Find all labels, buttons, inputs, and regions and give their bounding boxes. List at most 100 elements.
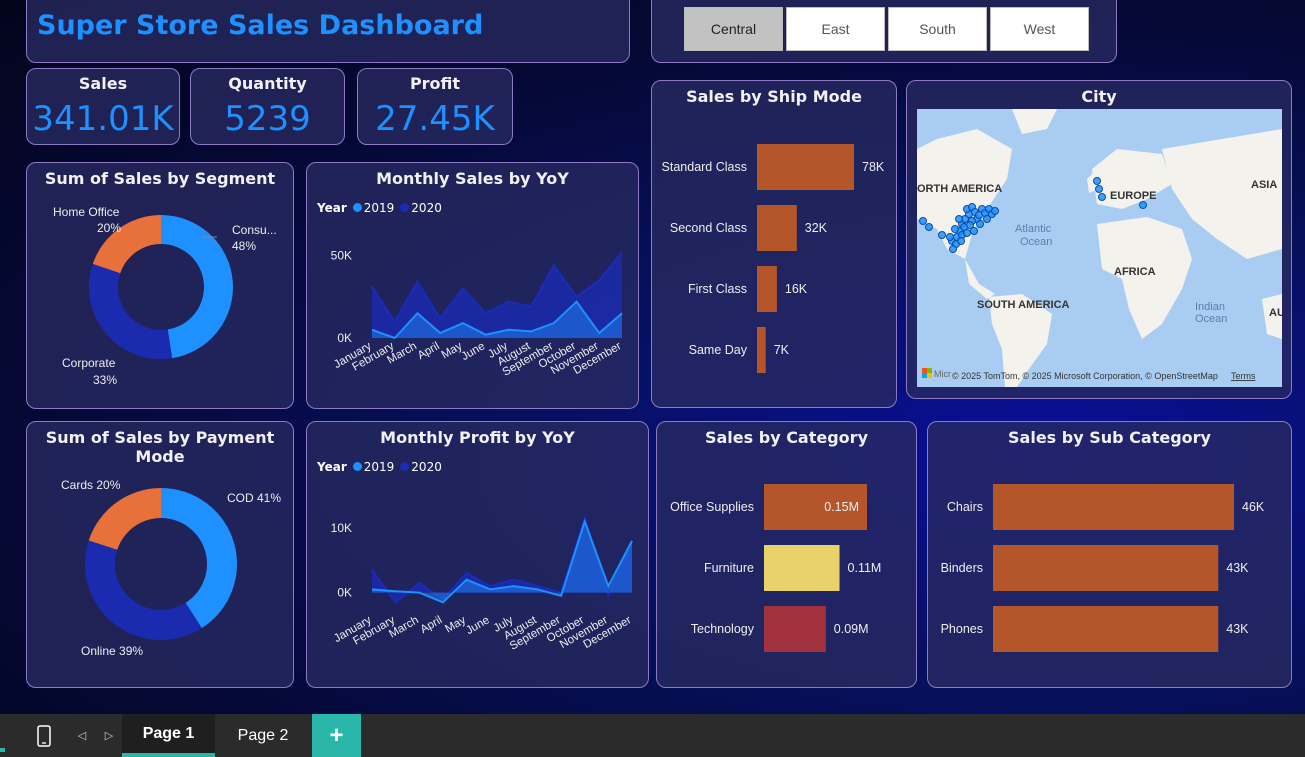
world-map-graphic: ORTH AMERICA EUROPE ASIA Atlantic Ocean … <box>917 109 1282 387</box>
bar[interactable] <box>757 266 777 312</box>
map-label-atlantic-ocean: Ocean <box>1020 236 1052 248</box>
kpi-sales-value: 341.01K <box>32 99 174 139</box>
donut-slice-cod[interactable] <box>161 488 238 629</box>
donut-slice-consumer[interactable] <box>161 215 234 359</box>
monthly-profit-card[interactable]: Monthly Profit by YoY Year 2019 2020 10K… <box>306 421 649 688</box>
slicer-central-button[interactable]: Central <box>684 7 783 51</box>
map-city-dot[interactable] <box>963 229 971 237</box>
kpi-quantity-card: Quantity 5239 <box>190 68 345 145</box>
tab-page-1[interactable]: Page 1 <box>122 714 215 757</box>
map-label-south-america: SOUTH AMERICA <box>977 299 1070 311</box>
subcategory-chart-card[interactable]: Sales by Sub Category Chairs 46K Binders 43… <box>927 421 1292 688</box>
title-card: Super Store Sales Dashboard <box>26 0 630 63</box>
monthly-profit-ytick: 0K <box>337 586 352 600</box>
map-terms-link: Terms <box>1231 371 1256 381</box>
monthly-profit-xtick: April <box>418 614 444 636</box>
map-city-dot[interactable] <box>951 225 959 233</box>
segment-label-corporate: Corporate <box>62 356 116 370</box>
map-label-asia: ASIA <box>1251 179 1277 191</box>
map-city-dot[interactable] <box>925 223 933 231</box>
page-title: Super Store Sales Dashboard <box>37 10 484 41</box>
bar-category-label: Chairs <box>947 500 983 514</box>
bar-value-label: 46K <box>1242 500 1265 514</box>
bar-category-label: Technology <box>691 622 755 636</box>
bar-value-label: 7K <box>774 343 790 357</box>
payment-donut-chart: COD 41% Online 39% Cards 20% <box>61 478 281 658</box>
payment-label-cards: Cards 20% <box>61 478 121 492</box>
map-city-dot[interactable] <box>946 233 954 241</box>
kpi-profit-value: 27.45K <box>375 99 495 139</box>
ship-mode-card[interactable]: Sales by Ship Mode Standard Class 78K Seco… <box>651 80 897 408</box>
slicer-south-button[interactable]: South <box>888 7 987 51</box>
bar[interactable] <box>757 144 854 190</box>
category-bar-chart: Office Supplies 0.15M Furniture 0.11M Techno… <box>670 484 881 652</box>
bar-value-label: 43K <box>1226 622 1249 636</box>
add-page-button[interactable]: + <box>312 714 361 757</box>
segment-donut-chart: Consu... 48% Corporate 33% Home Office 2… <box>53 205 277 387</box>
mobile-layout-icon[interactable] <box>30 714 58 757</box>
kpi-profit-label: Profit <box>409 74 461 93</box>
monthly-profit-area-chart: 10K0KJanuaryFebruaryMarchAprilMayJune Jul… <box>331 514 634 653</box>
kpi-quantity-label: Quantity <box>228 74 307 93</box>
monthly-profit-ytick: 10K <box>331 521 352 535</box>
segment-chart-card[interactable]: Sum of Sales by Segment Consu... 48% Cor… <box>26 162 294 409</box>
bar-value-label: 43K <box>1226 561 1249 575</box>
map-city-dot[interactable] <box>976 220 984 228</box>
map-city-dot[interactable] <box>955 215 963 223</box>
segment-pct-home-office: 20% <box>97 221 121 235</box>
map-label-north-america: ORTH AMERICA <box>917 183 1002 195</box>
tab-page-2[interactable]: Page 2 <box>216 714 310 757</box>
tab-page-2-label: Page 2 <box>237 726 289 744</box>
tab-page-1-label: Page 1 <box>142 724 195 742</box>
map-logo-text: Micr <box>934 369 951 379</box>
bar[interactable] <box>993 484 1234 530</box>
ship-mode-bar-chart: Standard Class 78K Second Class 32K First Cl… <box>662 144 885 373</box>
bar-category-label: First Class <box>688 282 747 296</box>
bar[interactable] <box>757 205 797 251</box>
city-map[interactable]: ORTH AMERICA EUROPE ASIA Atlantic Ocean … <box>917 109 1282 387</box>
map-city-dot[interactable] <box>1095 185 1103 193</box>
kpi-sales-card: Sales 341.01K <box>26 68 180 145</box>
bar-category-label: Second Class <box>670 221 747 235</box>
kpi-profit-card: Profit 27.45K <box>357 68 513 145</box>
bar[interactable] <box>993 606 1219 652</box>
next-page-icon[interactable]: ▷ <box>99 714 119 757</box>
map-city-dot[interactable] <box>1093 177 1101 185</box>
map-city-dot[interactable] <box>1098 193 1106 201</box>
category-chart-card[interactable]: Sales by Category Office Supplies 0.15M Fu… <box>656 421 917 688</box>
payment-label-online: Online 39% <box>81 644 143 658</box>
donut-slice-corporate[interactable] <box>88 263 173 359</box>
donut-slice-online[interactable] <box>85 540 202 640</box>
page-navigation-bar: ◁ ▷ Page 1 Page 2 + <box>0 714 1305 757</box>
map-label-au: AU <box>1269 307 1282 319</box>
monthly-sales-ytick: 50K <box>331 249 352 263</box>
slicer-east-button[interactable]: East <box>786 7 885 51</box>
previous-page-icon[interactable]: ◁ <box>72 714 92 757</box>
bar[interactable] <box>757 327 766 373</box>
map-city-dot[interactable] <box>938 231 946 239</box>
map-attribution: © 2025 TomTom, © 2025 Microsoft Corporat… <box>952 371 1218 381</box>
monthly-sales-ytick: 0K <box>337 331 352 345</box>
slicer-west-button[interactable]: West <box>990 7 1089 51</box>
bar[interactable] <box>764 545 840 591</box>
bar[interactable] <box>993 545 1219 591</box>
city-map-card[interactable]: City ORTH AMERICA EUROPE ASIA Atlantic O… <box>906 80 1292 399</box>
map-city-dot[interactable] <box>1139 201 1147 209</box>
kpi-quantity-value: 5239 <box>224 99 311 139</box>
monthly-sales-card[interactable]: Monthly Sales by YoY Year 2019 2020 50K 0… <box>306 162 639 409</box>
bar-category-label: Same Day <box>689 343 748 357</box>
payment-label-cod: COD 41% <box>227 491 281 505</box>
bar-value-label: 32K <box>805 221 828 235</box>
map-city-dot[interactable] <box>970 227 978 235</box>
donut-slice-cards[interactable] <box>88 488 161 550</box>
map-label-africa: AFRICA <box>1114 266 1156 278</box>
payment-chart-card[interactable]: Sum of Sales by Payment Mode COD 41% Onl… <box>26 421 294 688</box>
map-city-dot[interactable] <box>919 217 927 225</box>
microsoft-logo-icon <box>922 368 927 373</box>
bar[interactable] <box>764 606 826 652</box>
map-city-dot[interactable] <box>957 237 965 245</box>
bar-category-label: Binders <box>941 561 983 575</box>
map-city-dot[interactable] <box>991 207 999 215</box>
segment-label-consumer: Consu... <box>232 223 277 237</box>
map-city-dot[interactable] <box>949 245 957 253</box>
